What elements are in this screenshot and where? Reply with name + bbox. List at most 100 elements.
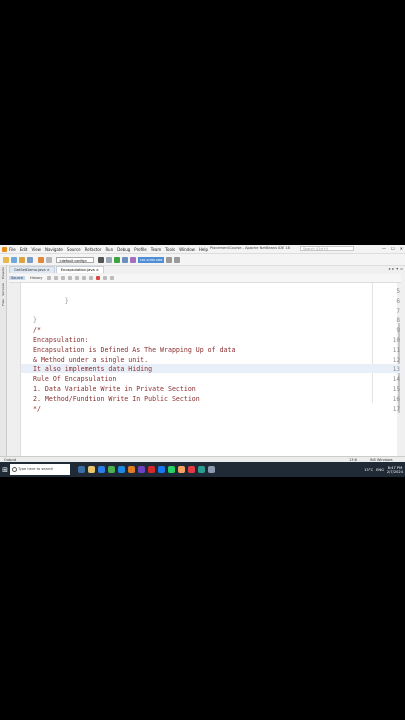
task-view-icon[interactable]: [78, 466, 85, 473]
premiere-icon[interactable]: [138, 466, 145, 473]
save-all-icon[interactable]: [27, 256, 33, 263]
notes-icon[interactable]: [178, 466, 185, 473]
menu-item-source[interactable]: Source: [67, 247, 81, 252]
config-select[interactable]: <default config>: [56, 256, 94, 263]
line-number: 5: [396, 288, 400, 295]
settings-icon[interactable]: [208, 466, 215, 473]
gc-icon[interactable]: [166, 256, 172, 263]
comment-icon[interactable]: [103, 276, 108, 280]
undo-icon[interactable]: [38, 256, 44, 263]
menu-item-navigate[interactable]: Navigate: [45, 247, 63, 252]
excel-icon[interactable]: [198, 466, 205, 473]
tab-close-icon[interactable]: ×: [96, 268, 99, 272]
taskbar-apps: [78, 466, 215, 473]
line-number: 14: [392, 376, 400, 384]
history-mode-button[interactable]: History: [28, 276, 44, 280]
clean-build-icon[interactable]: [106, 256, 112, 263]
editor-tabs: GetSetDemo.java × Encapsulation.java ×: [9, 266, 105, 273]
tab-getsetdemo[interactable]: GetSetDemo.java ×: [9, 266, 55, 273]
maximize-button[interactable]: ☐: [391, 246, 395, 251]
tab-list-icon[interactable]: ▾: [396, 266, 398, 271]
netbeans-task-icon[interactable]: [128, 466, 135, 473]
side-panel-projects[interactable]: Projects: [1, 267, 5, 279]
close-button[interactable]: ✕: [400, 246, 403, 251]
redo-icon[interactable]: [46, 256, 52, 263]
open-project-icon[interactable]: [19, 256, 25, 263]
line-number: 11: [392, 346, 400, 354]
new-project-icon[interactable]: [3, 256, 9, 263]
menu-item-tools[interactable]: Tools: [165, 247, 175, 252]
line-number-gutter: [9, 283, 21, 461]
uncomment-icon[interactable]: [110, 276, 115, 280]
shift-left-icon[interactable]: [82, 276, 87, 280]
menu-item-profile[interactable]: Profile: [134, 247, 146, 252]
code-line[interactable]: & Method under a single unit.: [33, 356, 148, 364]
debug-icon[interactable]: [122, 256, 128, 263]
line-number: 16: [392, 395, 400, 403]
forward-icon[interactable]: [61, 276, 66, 280]
code-line[interactable]: 2. Method/Fundtion Write In Public Secti…: [33, 395, 200, 403]
menu-item-help[interactable]: Help: [199, 247, 208, 252]
title-bar: File Edit View Navigate Source Refactor Run Deb…: [0, 245, 405, 254]
tab-close-icon[interactable]: ×: [47, 268, 50, 272]
media-icon[interactable]: [188, 466, 195, 473]
toggle-bookmark-icon[interactable]: [75, 276, 80, 280]
line-number: 7: [396, 307, 400, 315]
menu-item-edit[interactable]: Edit: [20, 247, 28, 252]
menu-item-file[interactable]: File: [9, 247, 16, 252]
source-mode-button[interactable]: Source: [9, 276, 26, 280]
facebook-icon[interactable]: [158, 466, 165, 473]
heap-icon[interactable]: [174, 256, 180, 263]
line-number: 10: [392, 337, 400, 344]
windows-start-icon[interactable]: ⊞: [0, 462, 10, 477]
menu-item-run[interactable]: Run: [105, 247, 113, 252]
new-file-icon[interactable]: [11, 256, 17, 263]
vscode-icon[interactable]: [118, 466, 125, 473]
code-editor[interactable]: 5 6 } 7 8} 9 /* 10 Encapsulation: 11 Encapsulatio…: [9, 283, 401, 461]
scroll-right-icon[interactable]: ▸: [392, 266, 394, 271]
build-icon[interactable]: [98, 256, 104, 263]
code-line[interactable]: Rule Of Encapsulation: [33, 375, 116, 383]
stop-macro-icon[interactable]: [96, 276, 101, 280]
shift-right-icon[interactable]: [89, 276, 94, 280]
tab-controls: ◂ ▸ ▾ ▫: [388, 266, 403, 271]
code-line[interactable]: Encapsulation:: [33, 336, 89, 344]
menu-item-window[interactable]: Window: [179, 247, 195, 252]
menu-bar: File Edit View Navigate Source Refactor Run Deb…: [9, 247, 208, 252]
find-icon[interactable]: [68, 276, 73, 280]
run-icon[interactable]: [114, 256, 120, 263]
language-indicator[interactable]: ENG: [376, 468, 384, 472]
whatsapp-icon[interactable]: [168, 466, 175, 473]
code-line[interactable]: }: [33, 297, 69, 305]
weather-temp[interactable]: 15°C: [364, 468, 373, 472]
code-line[interactable]: Encapsulation is Defined As The Wrapping…: [33, 346, 235, 354]
back-icon[interactable]: [54, 276, 59, 280]
side-panel-files[interactable]: Files: [1, 299, 5, 306]
menu-item-refactor[interactable]: Refactor: [85, 247, 102, 252]
last-edit-icon[interactable]: [47, 276, 52, 280]
clock[interactable]: 8:47 PM 2/7/2024: [387, 466, 403, 474]
search-input[interactable]: Search (Ctrl+I): [300, 246, 354, 251]
menu-item-debug[interactable]: Debug: [117, 247, 130, 252]
restore-icon[interactable]: ▫: [400, 266, 403, 271]
tab-encapsulation[interactable]: Encapsulation.java ×: [55, 266, 104, 273]
memory-indicator[interactable]: 196.4/386.0MB: [138, 256, 164, 263]
code-line[interactable]: /*: [33, 326, 41, 334]
line-number: 8: [396, 317, 400, 325]
profile-icon[interactable]: [130, 256, 136, 263]
youtube-icon[interactable]: [148, 466, 155, 473]
scroll-left-icon[interactable]: ◂: [388, 266, 390, 271]
code-line[interactable]: 1. Data Variable Write in Private Sectio…: [33, 385, 196, 393]
code-line[interactable]: */: [33, 405, 41, 413]
side-panel-services[interactable]: Services: [1, 283, 5, 296]
taskbar-search-input[interactable]: Type here to search: [10, 464, 70, 475]
code-line[interactable]: }: [33, 316, 37, 324]
edge-icon[interactable]: [98, 466, 105, 473]
minimize-button[interactable]: —: [382, 246, 386, 251]
code-line[interactable]: It also implements data Hiding: [33, 365, 152, 373]
menu-item-view[interactable]: View: [31, 247, 41, 252]
file-explorer-icon[interactable]: [88, 466, 95, 473]
menu-item-team[interactable]: Team: [151, 247, 162, 252]
window-controls: — ☐ ✕: [382, 246, 403, 251]
chrome-icon[interactable]: [108, 466, 115, 473]
